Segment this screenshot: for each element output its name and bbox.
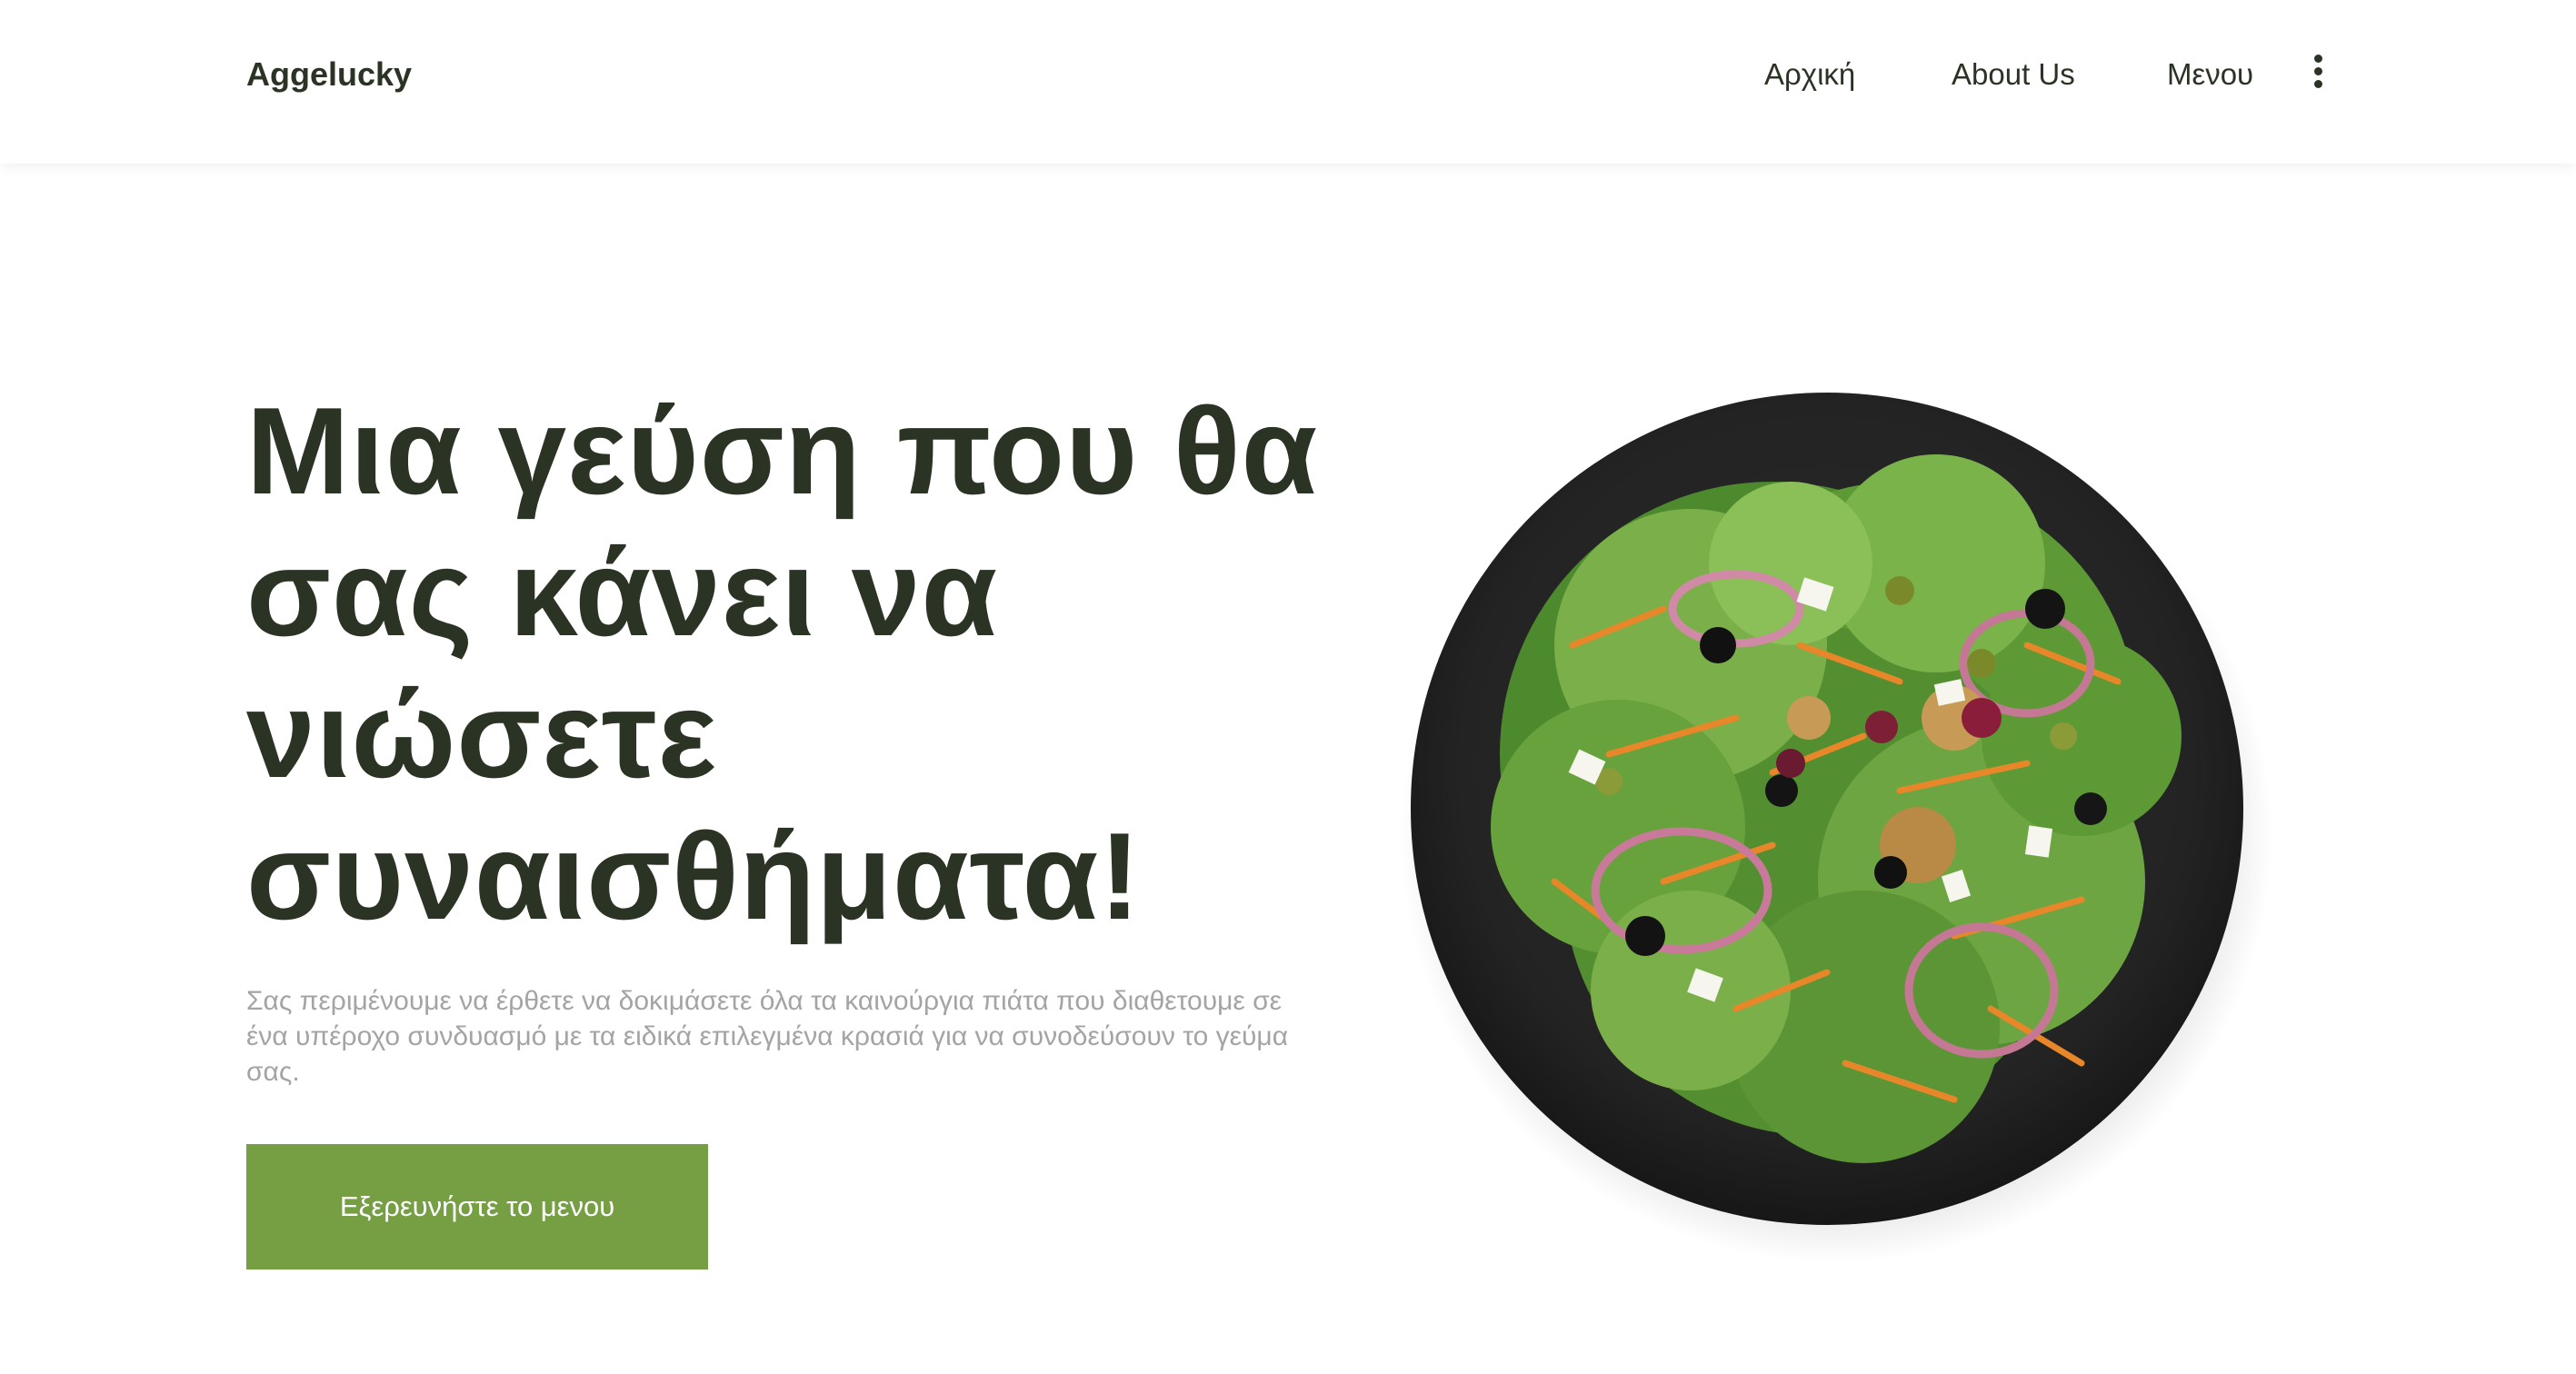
nav-home[interactable]: Αρχική	[1764, 53, 1855, 96]
nav-menu[interactable]: Μενου	[2167, 53, 2253, 96]
site-header: Aggelucky Αρχική About Us Μενου	[0, 0, 2576, 164]
brand-logo[interactable]: Aggelucky	[246, 53, 412, 96]
explore-menu-button[interactable]: Εξερευνήστε το μενου	[246, 1144, 708, 1269]
more-options-icon[interactable]	[2300, 51, 2336, 93]
salad-plate-image	[1400, 393, 2272, 1263]
hero-description: Σας περιμένουμε να έρθετε να δοκιμάσετε …	[246, 986, 1289, 1087]
nav-about-us[interactable]: About Us	[1952, 53, 2075, 96]
hero-title: Μια γεύση που θα σας κάνει να νιώσετε συ…	[246, 382, 1319, 945]
